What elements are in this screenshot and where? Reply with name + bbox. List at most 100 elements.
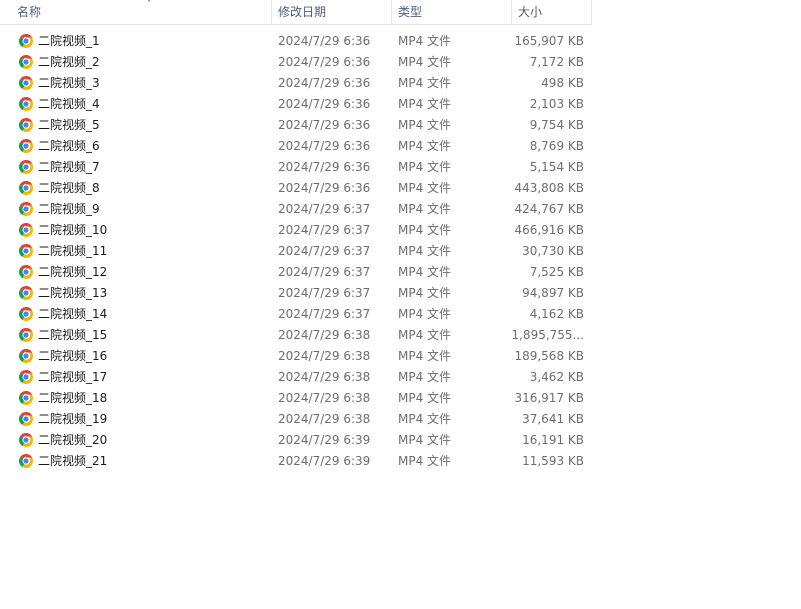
file-modified-date: 2024/7/29 6:36 xyxy=(278,181,371,195)
file-row[interactable]: 二院视频_16 2024/7/29 6:38 MP4 文件 189,568 KB xyxy=(0,346,592,367)
file-size: 165,907 KB xyxy=(514,34,584,48)
file-row[interactable]: 二院视频_3 2024/7/29 6:36 MP4 文件 498 KB xyxy=(0,73,592,94)
column-header-date[interactable]: 修改日期 xyxy=(271,0,391,24)
file-row[interactable]: 二院视频_12 2024/7/29 6:37 MP4 文件 7,525 KB xyxy=(0,262,592,283)
file-type: MP4 文件 xyxy=(398,265,452,279)
file-modified-date: 2024/7/29 6:38 xyxy=(278,370,371,384)
file-modified-date: 2024/7/29 6:37 xyxy=(278,286,371,300)
chrome-icon xyxy=(18,306,34,322)
file-size: 2,103 KB xyxy=(529,97,584,111)
file-row[interactable]: 二院视频_4 2024/7/29 6:36 MP4 文件 2,103 KB xyxy=(0,94,592,115)
file-size: 424,767 KB xyxy=(514,202,584,216)
file-row[interactable]: 二院视频_9 2024/7/29 6:37 MP4 文件 424,767 KB xyxy=(0,199,592,220)
file-row[interactable]: 二院视频_15 2024/7/29 6:38 MP4 文件 1,895,755... xyxy=(0,325,592,346)
file-type: MP4 文件 xyxy=(398,181,452,195)
file-row[interactable]: 二院视频_6 2024/7/29 6:36 MP4 文件 8,769 KB xyxy=(0,136,592,157)
file-row[interactable]: 二院视频_13 2024/7/29 6:37 MP4 文件 94,897 KB xyxy=(0,283,592,304)
file-modified-date: 2024/7/29 6:38 xyxy=(278,328,371,342)
column-header-date-label: 修改日期 xyxy=(278,5,327,19)
file-type: MP4 文件 xyxy=(398,76,452,90)
chrome-icon xyxy=(18,411,34,427)
file-type: MP4 文件 xyxy=(398,97,452,111)
file-name: 二院视频_18 xyxy=(38,391,108,405)
file-type: MP4 文件 xyxy=(398,433,452,447)
file-name: 二院视频_15 xyxy=(38,328,108,342)
file-name: 二院视频_20 xyxy=(38,433,108,447)
file-row[interactable]: 二院视频_8 2024/7/29 6:36 MP4 文件 443,808 KB xyxy=(0,178,592,199)
file-size: 30,730 KB xyxy=(522,244,584,258)
file-size: 8,769 KB xyxy=(529,139,584,153)
file-row[interactable]: 二院视频_2 2024/7/29 6:36 MP4 文件 7,172 KB xyxy=(0,52,592,73)
file-name: 二院视频_9 xyxy=(38,202,100,216)
file-row[interactable]: 二院视频_21 2024/7/29 6:39 MP4 文件 11,593 KB xyxy=(0,451,592,472)
file-modified-date: 2024/7/29 6:37 xyxy=(278,223,371,237)
file-row[interactable]: 二院视频_18 2024/7/29 6:38 MP4 文件 316,917 KB xyxy=(0,388,592,409)
file-row[interactable]: 二院视频_17 2024/7/29 6:38 MP4 文件 3,462 KB xyxy=(0,367,592,388)
file-type: MP4 文件 xyxy=(398,307,452,321)
file-name: 二院视频_16 xyxy=(38,349,108,363)
file-type: MP4 文件 xyxy=(398,328,452,342)
file-type: MP4 文件 xyxy=(398,454,452,468)
chrome-icon xyxy=(18,285,34,301)
chrome-icon xyxy=(18,327,34,343)
file-row[interactable]: 二院视频_19 2024/7/29 6:38 MP4 文件 37,641 KB xyxy=(0,409,592,430)
file-modified-date: 2024/7/29 6:36 xyxy=(278,160,371,174)
file-row[interactable]: 二院视频_11 2024/7/29 6:37 MP4 文件 30,730 KB xyxy=(0,241,592,262)
file-size: 498 KB xyxy=(541,76,584,90)
sort-caret-icon: ▾ xyxy=(147,0,155,4)
file-size: 443,808 KB xyxy=(514,181,584,195)
file-row[interactable]: 二院视频_1 2024/7/29 6:36 MP4 文件 165,907 KB xyxy=(0,31,592,52)
file-name: 二院视频_6 xyxy=(38,139,100,153)
file-size: 466,916 KB xyxy=(514,223,584,237)
chrome-icon xyxy=(18,75,34,91)
chrome-icon xyxy=(18,453,34,469)
file-name: 二院视频_7 xyxy=(38,160,100,174)
file-row[interactable]: 二院视频_7 2024/7/29 6:36 MP4 文件 5,154 KB xyxy=(0,157,592,178)
file-row[interactable]: 二院视频_10 2024/7/29 6:37 MP4 文件 466,916 KB xyxy=(0,220,592,241)
chrome-icon xyxy=(18,201,34,217)
chrome-icon xyxy=(18,33,34,49)
file-row[interactable]: 二院视频_20 2024/7/29 6:39 MP4 文件 16,191 KB xyxy=(0,430,592,451)
chrome-icon xyxy=(18,222,34,238)
column-header-type-label: 类型 xyxy=(398,5,423,19)
file-size: 9,754 KB xyxy=(529,118,584,132)
file-row[interactable]: 二院视频_5 2024/7/29 6:36 MP4 文件 9,754 KB xyxy=(0,115,592,136)
file-modified-date: 2024/7/29 6:37 xyxy=(278,265,371,279)
file-type: MP4 文件 xyxy=(398,391,452,405)
file-modified-date: 2024/7/29 6:37 xyxy=(278,307,371,321)
file-name: 二院视频_4 xyxy=(38,97,100,111)
file-explorer-details-view: 名称 ▾ 修改日期 类型 大小 二院视频_1 2024/7/29 6:36 MP4 … xyxy=(0,0,801,609)
column-header-size[interactable]: 大小 xyxy=(511,0,592,24)
file-row[interactable]: 二院视频_14 2024/7/29 6:37 MP4 文件 4,162 KB xyxy=(0,304,592,325)
file-name: 二院视频_10 xyxy=(38,223,108,237)
file-name: 二院视频_13 xyxy=(38,286,108,300)
file-size: 16,191 KB xyxy=(522,433,584,447)
column-header-type[interactable]: 类型 xyxy=(391,0,511,24)
file-name: 二院视频_11 xyxy=(38,244,108,258)
file-modified-date: 2024/7/29 6:38 xyxy=(278,391,371,405)
file-size: 3,462 KB xyxy=(529,370,584,384)
file-type: MP4 文件 xyxy=(398,286,452,300)
file-name: 二院视频_1 xyxy=(38,34,100,48)
file-size: 94,897 KB xyxy=(522,286,584,300)
column-header-name[interactable]: 名称 ▾ xyxy=(11,0,271,24)
file-name: 二院视频_19 xyxy=(38,412,108,426)
chrome-icon xyxy=(18,96,34,112)
chrome-icon xyxy=(18,348,34,364)
file-modified-date: 2024/7/29 6:37 xyxy=(278,202,371,216)
file-type: MP4 文件 xyxy=(398,160,452,174)
file-size: 11,593 KB xyxy=(522,454,584,468)
file-name: 二院视频_3 xyxy=(38,76,100,90)
file-size: 5,154 KB xyxy=(529,160,584,174)
file-type: MP4 文件 xyxy=(398,34,452,48)
file-size: 1,895,755... xyxy=(511,328,584,342)
file-modified-date: 2024/7/29 6:38 xyxy=(278,412,371,426)
file-size: 4,162 KB xyxy=(529,307,584,321)
file-modified-date: 2024/7/29 6:39 xyxy=(278,433,371,447)
file-type: MP4 文件 xyxy=(398,202,452,216)
chrome-icon xyxy=(18,138,34,154)
file-modified-date: 2024/7/29 6:36 xyxy=(278,139,371,153)
chrome-icon xyxy=(18,117,34,133)
file-modified-date: 2024/7/29 6:36 xyxy=(278,118,371,132)
file-modified-date: 2024/7/29 6:38 xyxy=(278,349,371,363)
